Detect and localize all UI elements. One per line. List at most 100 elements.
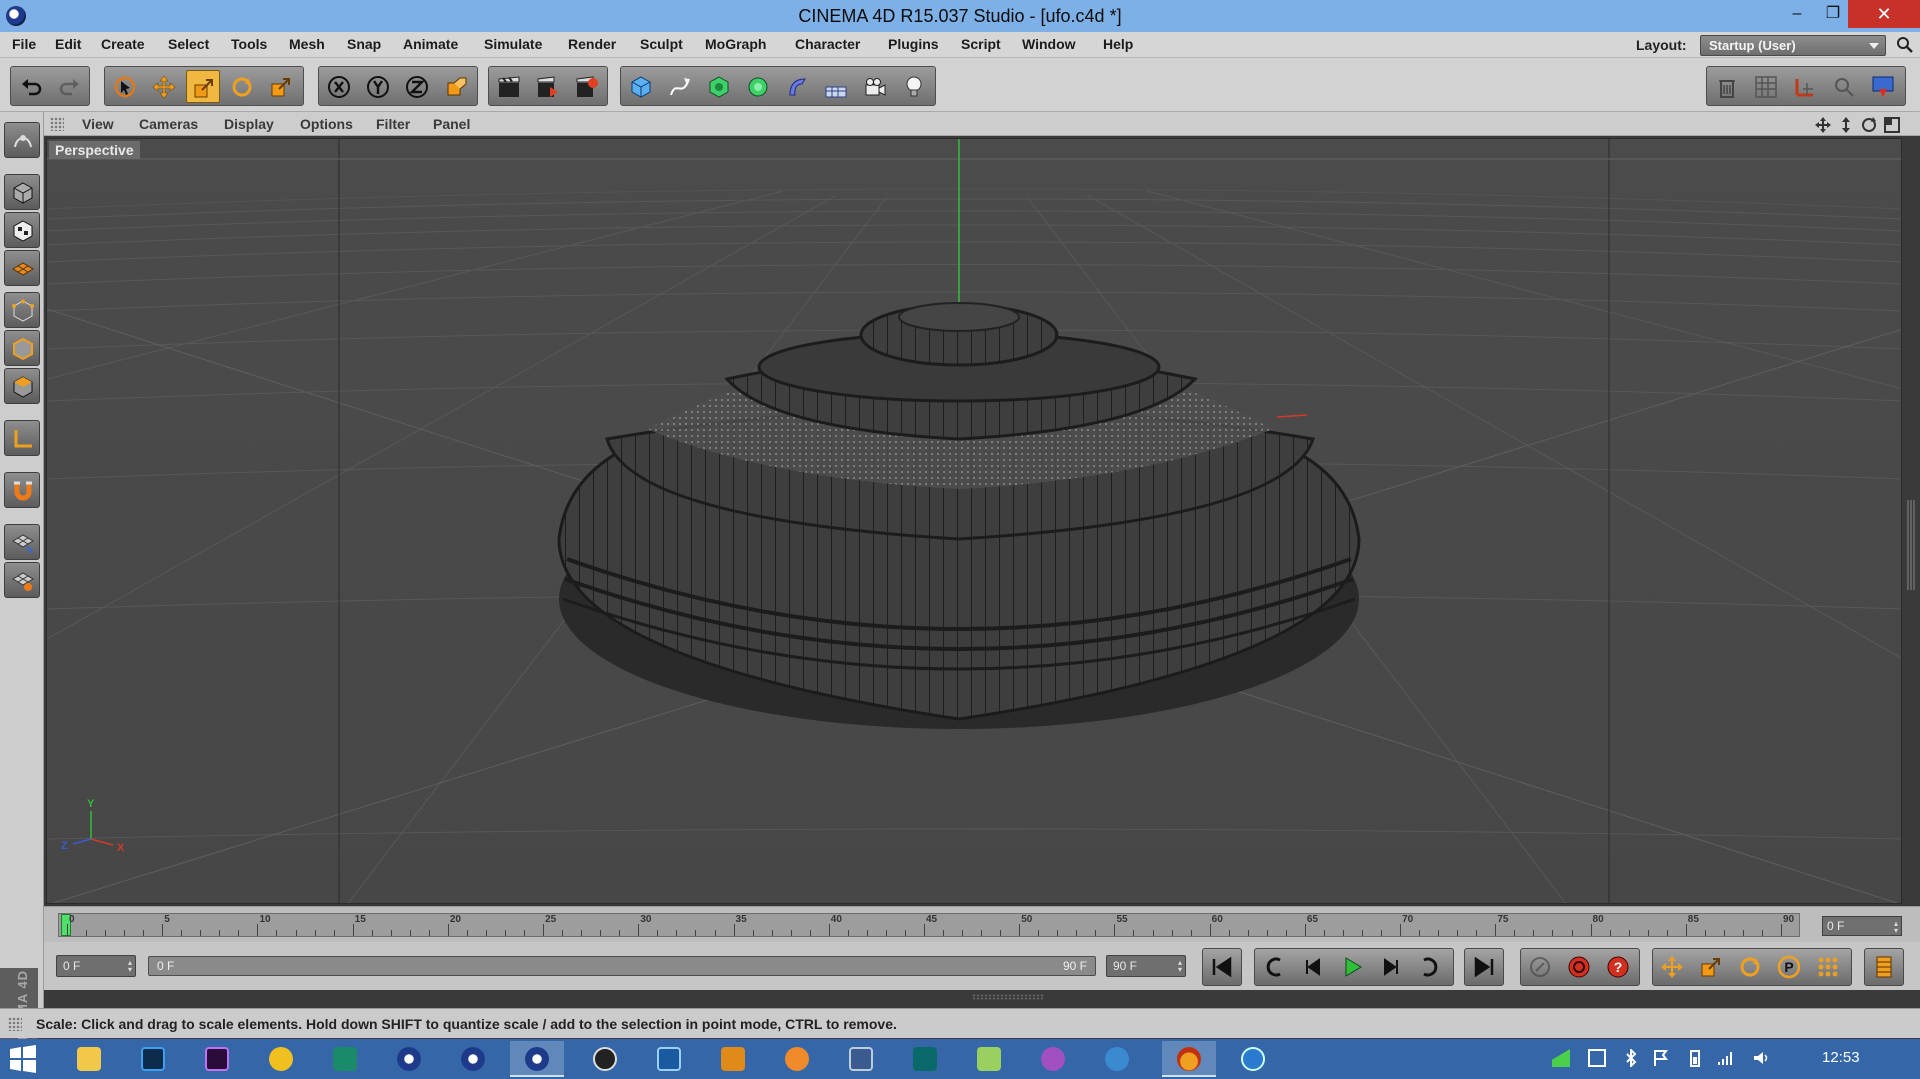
menu-window[interactable]: Window xyxy=(1022,36,1076,52)
menu-edit[interactable]: Edit xyxy=(55,36,81,52)
taskbar-app-green[interactable] xyxy=(318,1041,372,1077)
rotate-tool-button[interactable] xyxy=(225,70,259,103)
taskbar-photoshop[interactable] xyxy=(126,1041,180,1077)
rotation-key-button[interactable] xyxy=(1734,952,1766,982)
y-axis-lock-button[interactable] xyxy=(361,70,395,103)
layout-switch-button[interactable] xyxy=(1866,70,1900,103)
taskbar-app-flower[interactable] xyxy=(1026,1041,1080,1077)
model-mode-button[interactable] xyxy=(4,174,40,210)
menu-mograph[interactable]: MoGraph xyxy=(705,36,766,52)
taskbar-firefox[interactable] xyxy=(1162,1041,1216,1077)
x-axis-lock-button[interactable] xyxy=(322,70,356,103)
redo-button[interactable] xyxy=(53,70,87,103)
move-tool-button[interactable] xyxy=(147,70,181,103)
taskbar-app-after-effects[interactable] xyxy=(706,1041,760,1077)
zoom-view-icon[interactable] xyxy=(1837,116,1855,134)
undo-button[interactable] xyxy=(14,70,48,103)
solo-mode-button[interactable] xyxy=(4,562,40,598)
viewport-menu-panel[interactable]: Panel xyxy=(433,116,470,132)
taskbar-cinema4d-active[interactable] xyxy=(510,1041,564,1077)
maximize-view-icon[interactable] xyxy=(1883,116,1901,134)
panel-splitter-handle[interactable] xyxy=(972,994,1044,1000)
point-level-animation-button[interactable] xyxy=(1812,952,1844,982)
taskbar-app-p[interactable] xyxy=(1090,1041,1144,1077)
viewport-canvas[interactable]: Y X Z xyxy=(47,139,1902,904)
render-to-picture-viewer-button[interactable] xyxy=(531,70,565,103)
rotate-view-icon[interactable] xyxy=(1860,116,1878,134)
workplane-mode-button[interactable] xyxy=(4,250,40,286)
play-button[interactable] xyxy=(1336,952,1368,982)
taskbar-app-sketch[interactable] xyxy=(834,1041,888,1077)
preview-range-slider[interactable]: 0 F 90 F xyxy=(148,956,1096,976)
next-keyframe-button[interactable] xyxy=(1414,952,1446,982)
taskbar-app-duck[interactable] xyxy=(254,1041,308,1077)
grid-snap-button[interactable] xyxy=(1749,70,1783,103)
taskbar-cinema4d-2[interactable] xyxy=(446,1041,500,1077)
tray-flag-icon[interactable] xyxy=(1652,1049,1670,1067)
taskbar-app-folders[interactable] xyxy=(962,1041,1016,1077)
workplane-button[interactable] xyxy=(1788,70,1822,103)
menu-snap[interactable]: Snap xyxy=(347,36,381,52)
render-view-button[interactable] xyxy=(492,70,526,103)
scale-tool-button[interactable] xyxy=(186,70,220,103)
floor-object-button[interactable] xyxy=(819,70,853,103)
trash-button[interactable] xyxy=(1710,70,1744,103)
taskbar-file-explorer[interactable] xyxy=(62,1041,116,1077)
coordinate-system-button[interactable] xyxy=(439,70,473,103)
edges-mode-button[interactable] xyxy=(4,330,40,366)
timeline-ruler[interactable]: 0 5 10 15 20 25 30 35 40 45 50 55 60 65 70 75 80 85 90 xyxy=(58,913,1800,937)
live-selection-button[interactable] xyxy=(108,70,142,103)
search-icon[interactable] xyxy=(1896,36,1914,54)
menu-tools[interactable]: Tools xyxy=(231,36,267,52)
previous-frame-button[interactable] xyxy=(1297,952,1329,982)
taskbar-app-teal[interactable] xyxy=(898,1041,952,1077)
menu-script[interactable]: Script xyxy=(961,36,1001,52)
z-axis-lock-button[interactable] xyxy=(400,70,434,103)
tray-signal-icon[interactable] xyxy=(1716,1049,1734,1067)
menu-animate[interactable]: Animate xyxy=(403,36,458,52)
taskbar-blender[interactable] xyxy=(770,1041,824,1077)
texture-mode-button[interactable] xyxy=(4,212,40,248)
menu-sculpt[interactable]: Sculpt xyxy=(640,36,683,52)
polygons-mode-button[interactable] xyxy=(4,368,40,404)
taskbar-app-blue[interactable] xyxy=(642,1041,696,1077)
tray-bluetooth-icon[interactable] xyxy=(1622,1049,1640,1067)
tray-volume-icon[interactable] xyxy=(1752,1049,1770,1067)
snap-settings-button[interactable] xyxy=(1827,70,1861,103)
light-object-button[interactable] xyxy=(897,70,931,103)
taskbar-cinema4d-1[interactable] xyxy=(382,1041,436,1077)
close-button[interactable]: ✕ xyxy=(1848,0,1920,28)
goto-end-button[interactable] xyxy=(1468,952,1500,982)
pan-view-icon[interactable] xyxy=(1814,116,1832,134)
viewport-menu-filter[interactable]: Filter xyxy=(376,116,410,132)
menu-simulate[interactable]: Simulate xyxy=(484,36,542,52)
timeline-frame-field[interactable]: 0 F ▴ ▾ xyxy=(1822,916,1902,936)
scale-key-button[interactable] xyxy=(1695,952,1727,982)
cube-object-button[interactable] xyxy=(624,70,658,103)
viewport-camera-label[interactable]: Perspective xyxy=(49,141,140,159)
sculpt-grid-button[interactable] xyxy=(4,524,40,560)
viewport-menu-display[interactable]: Display xyxy=(224,116,274,132)
autokeying-button[interactable] xyxy=(1563,952,1595,982)
record-active-objects-button[interactable] xyxy=(1524,952,1556,982)
taskbar-itunes[interactable] xyxy=(1226,1041,1280,1077)
make-editable-button[interactable] xyxy=(4,122,40,158)
render-settings-button[interactable] xyxy=(570,70,604,103)
menu-help[interactable]: Help xyxy=(1103,36,1133,52)
taskbar-app-ball[interactable] xyxy=(578,1041,632,1077)
points-mode-button[interactable] xyxy=(4,292,40,328)
max-frame-field[interactable]: 90 F ▴ ▾ xyxy=(1106,955,1186,977)
status-grip-handle[interactable] xyxy=(8,1017,22,1031)
subdivision-surface-button[interactable] xyxy=(702,70,736,103)
current-frame-field[interactable]: 0 F ▴ ▾ xyxy=(56,955,136,977)
tray-battery-icon[interactable] xyxy=(1686,1049,1704,1067)
open-timeline-button[interactable] xyxy=(1868,952,1900,982)
menu-render[interactable]: Render xyxy=(568,36,616,52)
taskbar-premiere[interactable] xyxy=(190,1041,244,1077)
tray-monitor-icon[interactable] xyxy=(1588,1049,1606,1067)
axis-mode-button[interactable] xyxy=(4,420,40,456)
array-object-button[interactable] xyxy=(741,70,775,103)
tray-nvidia-icon[interactable] xyxy=(1552,1049,1570,1067)
menu-mesh[interactable]: Mesh xyxy=(289,36,325,52)
bend-deformer-button[interactable] xyxy=(780,70,814,103)
